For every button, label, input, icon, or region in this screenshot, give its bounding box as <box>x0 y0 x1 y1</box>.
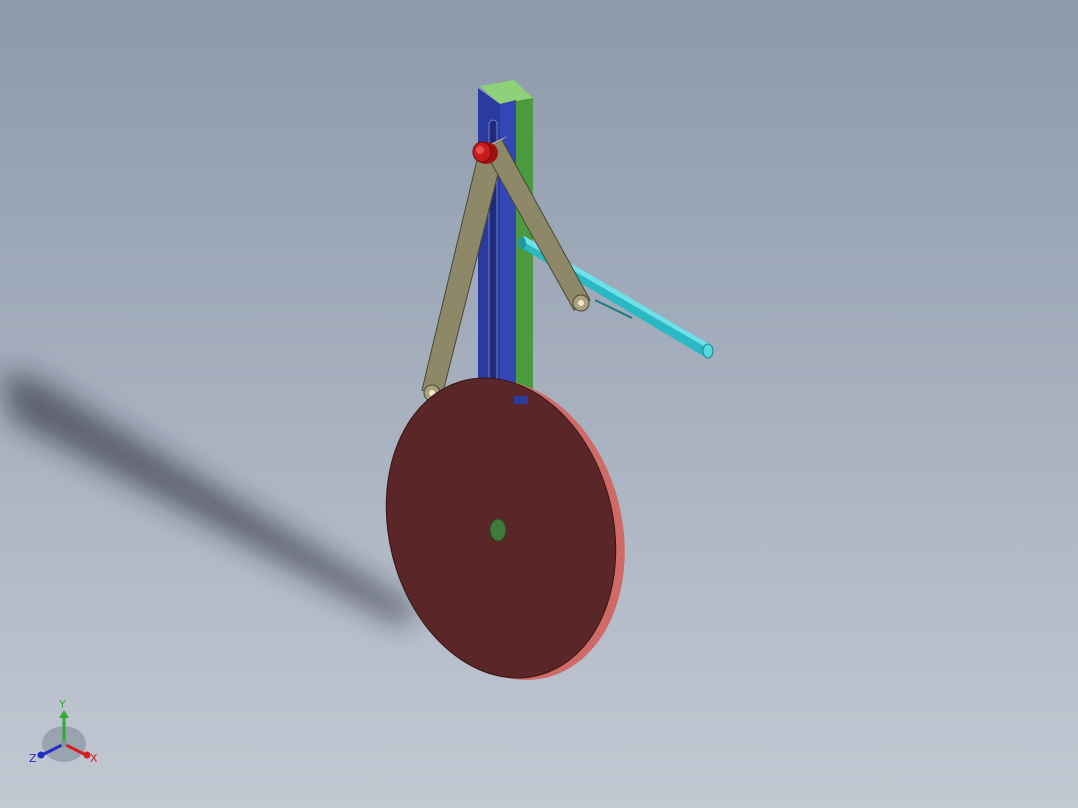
triad-y-arrow <box>59 710 69 718</box>
upper-pin[interactable] <box>472 141 498 164</box>
graphics-viewport[interactable]: Y X Z <box>0 0 1078 808</box>
slotted-plate[interactable] <box>478 88 516 398</box>
triad-z-label: Z <box>29 752 37 765</box>
disc-hub[interactable] <box>489 518 507 542</box>
frame-foot <box>514 396 528 404</box>
cast-shadow <box>0 370 420 625</box>
triad-origin <box>61 741 67 747</box>
triad-x-label: X <box>90 752 98 765</box>
triad-y-label: Y <box>58 698 66 711</box>
model-scene[interactable] <box>0 0 1078 808</box>
view-orientation-triad[interactable]: Y X Z <box>24 696 104 770</box>
triad-z-cap <box>37 751 45 759</box>
